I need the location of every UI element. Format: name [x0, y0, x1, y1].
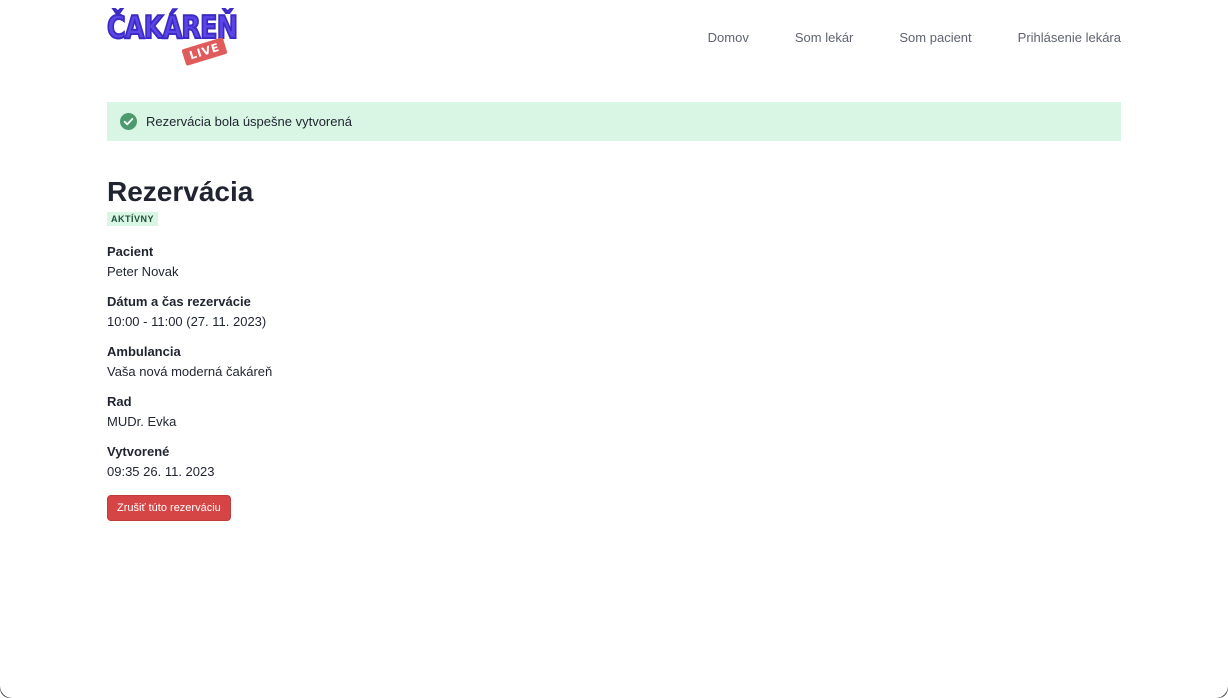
status-badge: AKTÍVNY — [107, 212, 159, 226]
field-label: Dátum a čas rezervácie — [107, 294, 251, 309]
field-label: Vytvorené — [107, 444, 170, 459]
field-label: Ambulancia — [107, 344, 181, 359]
nav-link-domov[interactable]: Domov — [708, 30, 749, 45]
reservation-detail: Rezervácia AKTÍVNY Pacient Peter Novak D… — [107, 175, 707, 521]
field-value: Vaša nová moderná čakáreň — [107, 364, 273, 379]
field-label: Rad — [107, 394, 132, 409]
field-ambulancia: Ambulancia Vaša nová moderná čakáreň — [107, 343, 272, 381]
alert-message: Rezervácia bola úspešne vytvorená — [146, 114, 352, 129]
app-window: ČAKÁREŇ LIVE Domov Som lekár Som pacient… — [0, 0, 1228, 698]
cancel-reservation-button[interactable]: Zrušiť túto rezerváciu — [107, 495, 231, 521]
nav-link-som-lekar[interactable]: Som lekár — [795, 30, 854, 45]
field-value: 10:00 - 11:00 (27. 11. 2023) — [107, 314, 267, 329]
check-circle-icon — [120, 113, 137, 130]
field-vytvorene: Vytvorené 09:35 26. 11. 2023 — [107, 443, 214, 481]
field-rad: Rad MUDr. Evka — [107, 393, 176, 431]
site-header: ČAKÁREŇ LIVE Domov Som lekár Som pacient… — [106, 9, 1121, 70]
field-pacient: Pacient Peter Novak — [107, 243, 179, 281]
nav-link-som-pacient[interactable]: Som pacient — [899, 30, 971, 45]
success-alert: Rezervácia bola úspešne vytvorená — [107, 102, 1121, 141]
logo[interactable]: ČAKÁREŇ LIVE — [106, 9, 239, 68]
field-label: Pacient — [107, 244, 154, 259]
main-nav: Domov Som lekár Som pacient Prihlásenie … — [662, 30, 1121, 45]
page-title: Rezervácia — [107, 176, 254, 207]
nav-link-prihlasenie-lekara[interactable]: Prihlásenie lekára — [1018, 30, 1121, 45]
field-value: Peter Novak — [107, 264, 179, 279]
field-value: 09:35 26. 11. 2023 — [107, 464, 215, 479]
field-datum-cas: Dátum a čas rezervácie 10:00 - 11:00 (27… — [107, 293, 266, 331]
field-value: MUDr. Evka — [107, 414, 177, 429]
